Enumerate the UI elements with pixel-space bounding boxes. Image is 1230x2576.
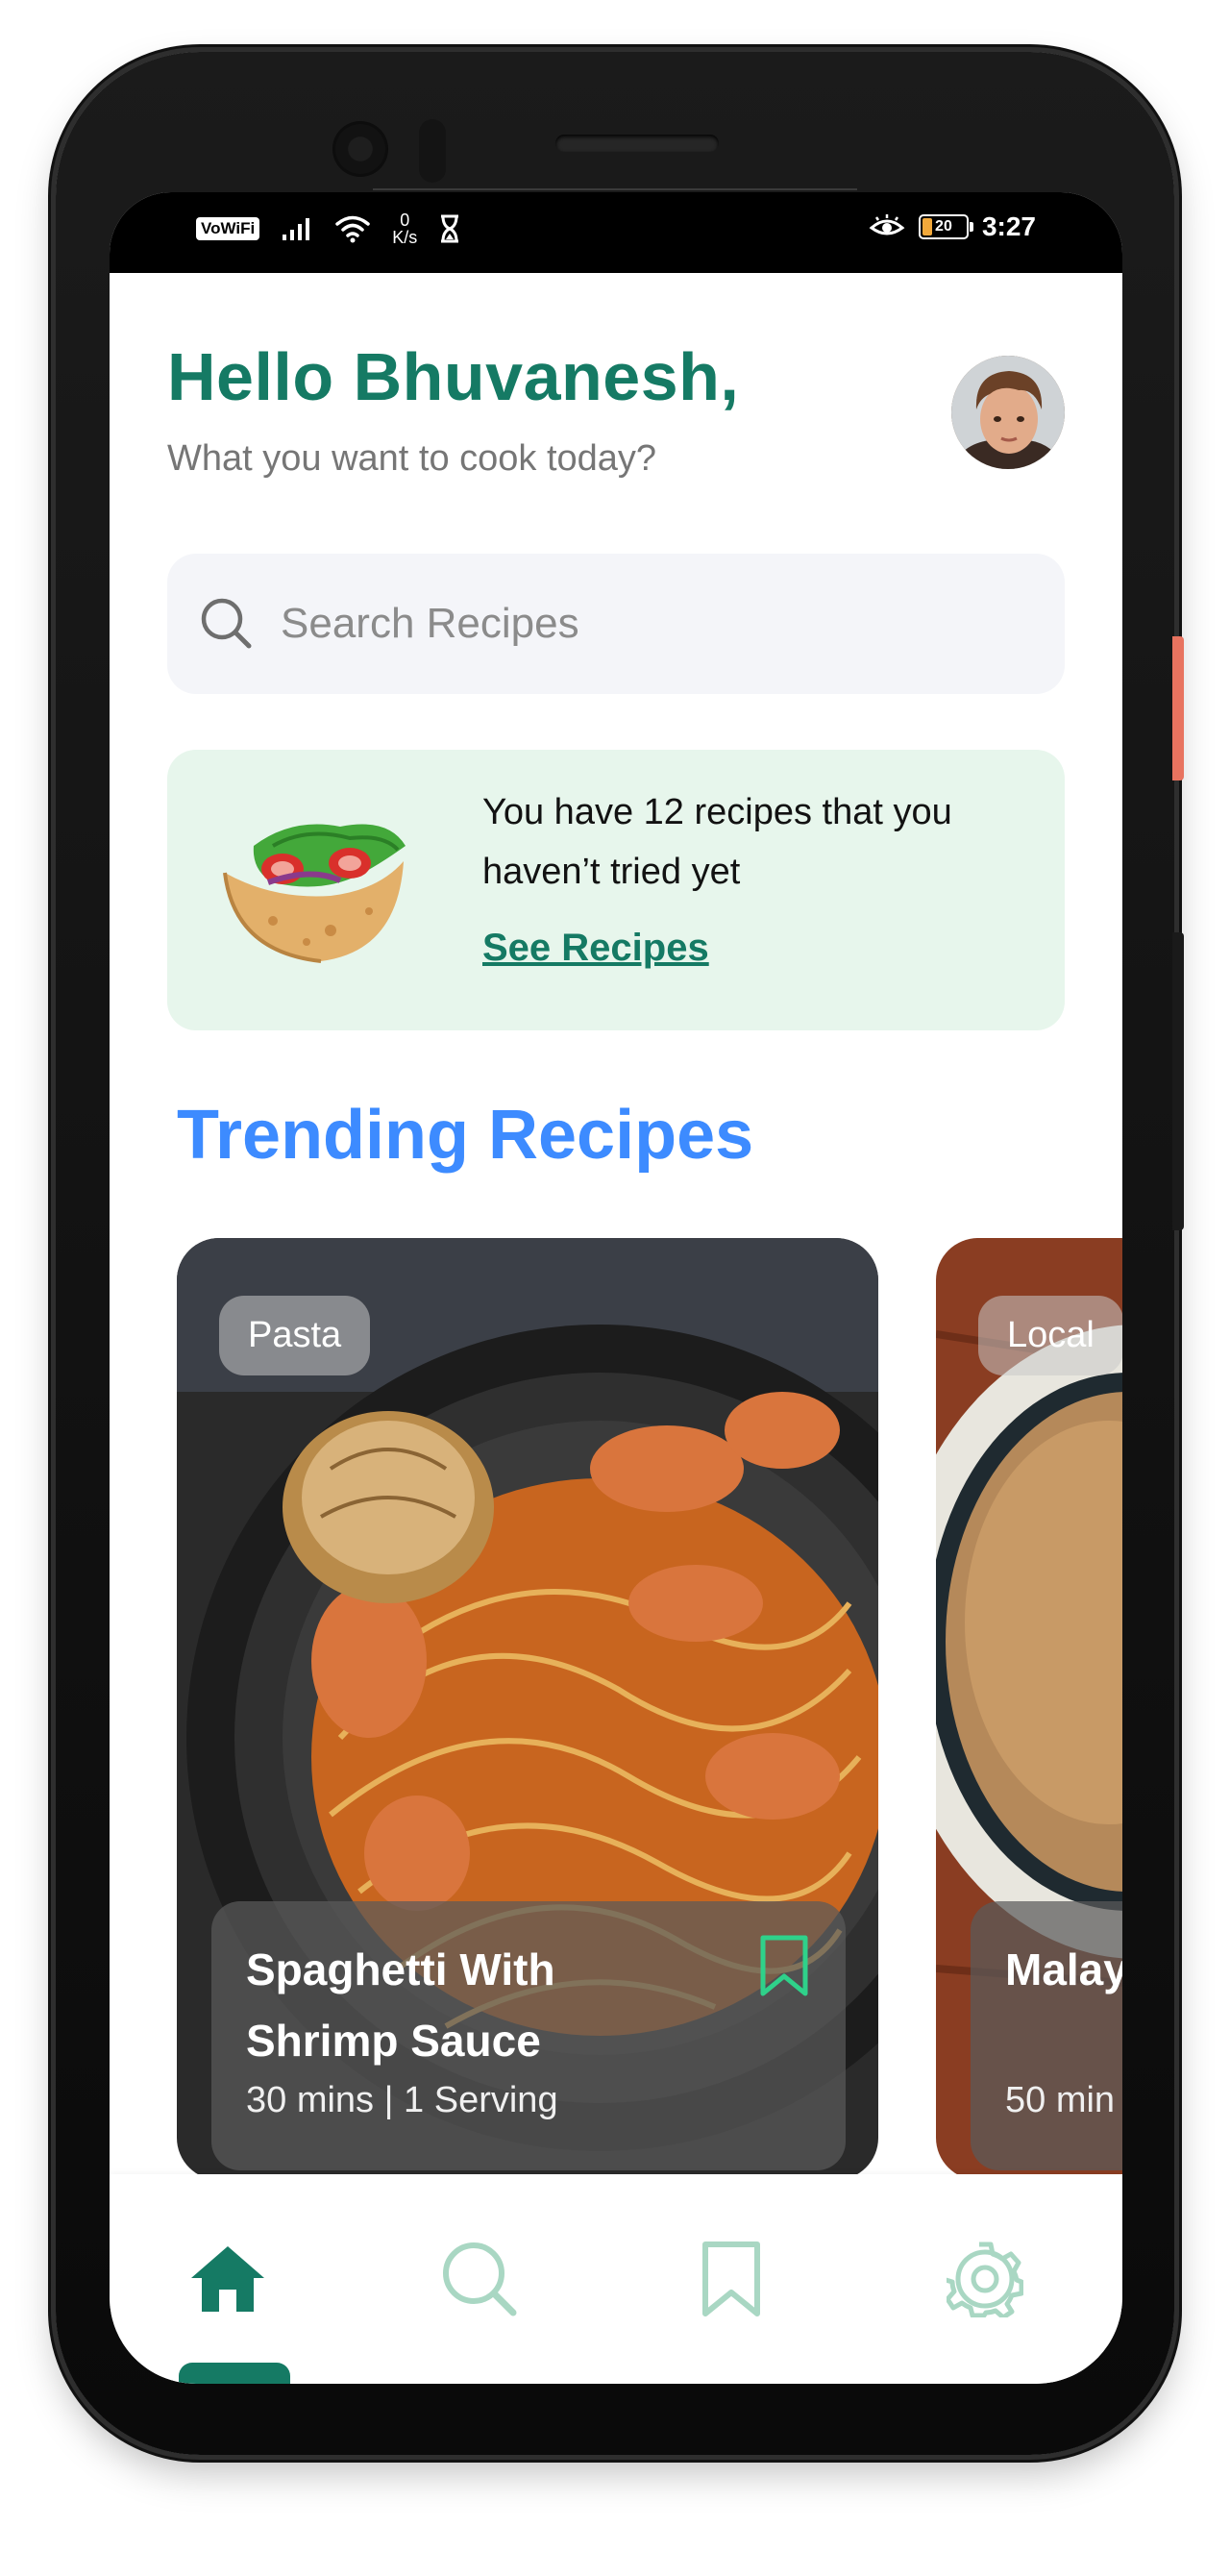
see-recipes-link[interactable]: See Recipes bbox=[482, 927, 709, 970]
volume-button bbox=[1172, 932, 1184, 1230]
untried-recipes-message: You have 12 recipes that you haven’t tri… bbox=[482, 792, 952, 892]
avatar-image bbox=[951, 356, 1065, 469]
speed-value: 0 bbox=[400, 211, 410, 230]
greeting-title: Hello Bhuvanesh, bbox=[167, 339, 740, 414]
category-chip[interactable]: Pasta bbox=[219, 1296, 371, 1375]
recipe-name: Spaghetti With Shrimp Sauce bbox=[246, 1944, 555, 2066]
search-input[interactable] bbox=[279, 599, 955, 649]
search-icon bbox=[198, 595, 256, 653]
status-bar: VoWiFi 0 K/s 20 3:27 bbox=[110, 192, 1122, 273]
bookmark-icon[interactable] bbox=[757, 1934, 811, 1997]
hourglass-icon bbox=[441, 214, 459, 243]
nav-search[interactable] bbox=[436, 2236, 523, 2322]
wifi-icon bbox=[335, 215, 370, 243]
active-tab-indicator bbox=[179, 2363, 290, 2384]
app-screen: VoWiFi 0 K/s 20 3:27 Hello Bhuvanesh, Wh… bbox=[110, 192, 1122, 2384]
bottom-navigation bbox=[110, 2174, 1122, 2384]
recipe-info-panel: Spaghetti With Shrimp Sauce 30 mins | 1 … bbox=[211, 1901, 846, 2170]
nav-saved[interactable] bbox=[688, 2236, 775, 2322]
earpiece-speaker bbox=[555, 135, 719, 152]
search-bar[interactable] bbox=[167, 554, 1065, 694]
speed-unit: K/s bbox=[392, 228, 418, 247]
settings-icon bbox=[947, 2242, 1023, 2317]
network-speed: 0 K/s bbox=[392, 211, 417, 246]
bookmark-icon bbox=[702, 2242, 760, 2316]
power-button bbox=[1172, 636, 1184, 780]
bezel-line bbox=[373, 188, 857, 190]
untried-recipes-banner: You have 12 recipes that you haven’t tri… bbox=[167, 750, 1065, 1030]
recipe-info-panel: Malay Satay 50 min bbox=[971, 1901, 1122, 2170]
vowifi-badge: VoWiFi bbox=[196, 217, 260, 240]
taco-icon bbox=[223, 824, 406, 963]
clock: 3:27 bbox=[981, 211, 1036, 241]
trending-recipes-title: Trending Recipes bbox=[177, 1097, 754, 1174]
status-bar-left: VoWiFi 0 K/s bbox=[196, 211, 461, 246]
eye-comfort-icon bbox=[869, 214, 905, 235]
user-avatar[interactable] bbox=[951, 356, 1065, 469]
battery-indicator: 20 bbox=[918, 214, 973, 239]
nav-settings[interactable] bbox=[942, 2236, 1028, 2322]
recipe-card[interactable]: Local Malay Satay 50 min bbox=[936, 1238, 1122, 2180]
recipe-card[interactable]: Pasta Spaghetti With Shrimp Sauce 30 min… bbox=[177, 1238, 878, 2180]
nav-home[interactable] bbox=[184, 2236, 271, 2322]
front-camera bbox=[332, 121, 388, 177]
home-icon bbox=[191, 2246, 264, 2312]
recipe-meta: 50 min bbox=[1005, 2080, 1116, 2120]
status-bar-right: 20 3:27 bbox=[869, 211, 1036, 242]
greeting-subtitle: What you want to cook today? bbox=[167, 438, 657, 479]
proximity-sensor bbox=[419, 119, 446, 183]
battery-level: 20 bbox=[935, 218, 952, 235]
search-icon bbox=[443, 2242, 517, 2316]
category-chip[interactable]: Local bbox=[978, 1296, 1122, 1375]
recipe-meta: 30 mins | 1 Serving bbox=[246, 2080, 558, 2120]
signal-icon bbox=[283, 218, 310, 240]
recipe-name: Malay Satay bbox=[1005, 1944, 1122, 1994]
